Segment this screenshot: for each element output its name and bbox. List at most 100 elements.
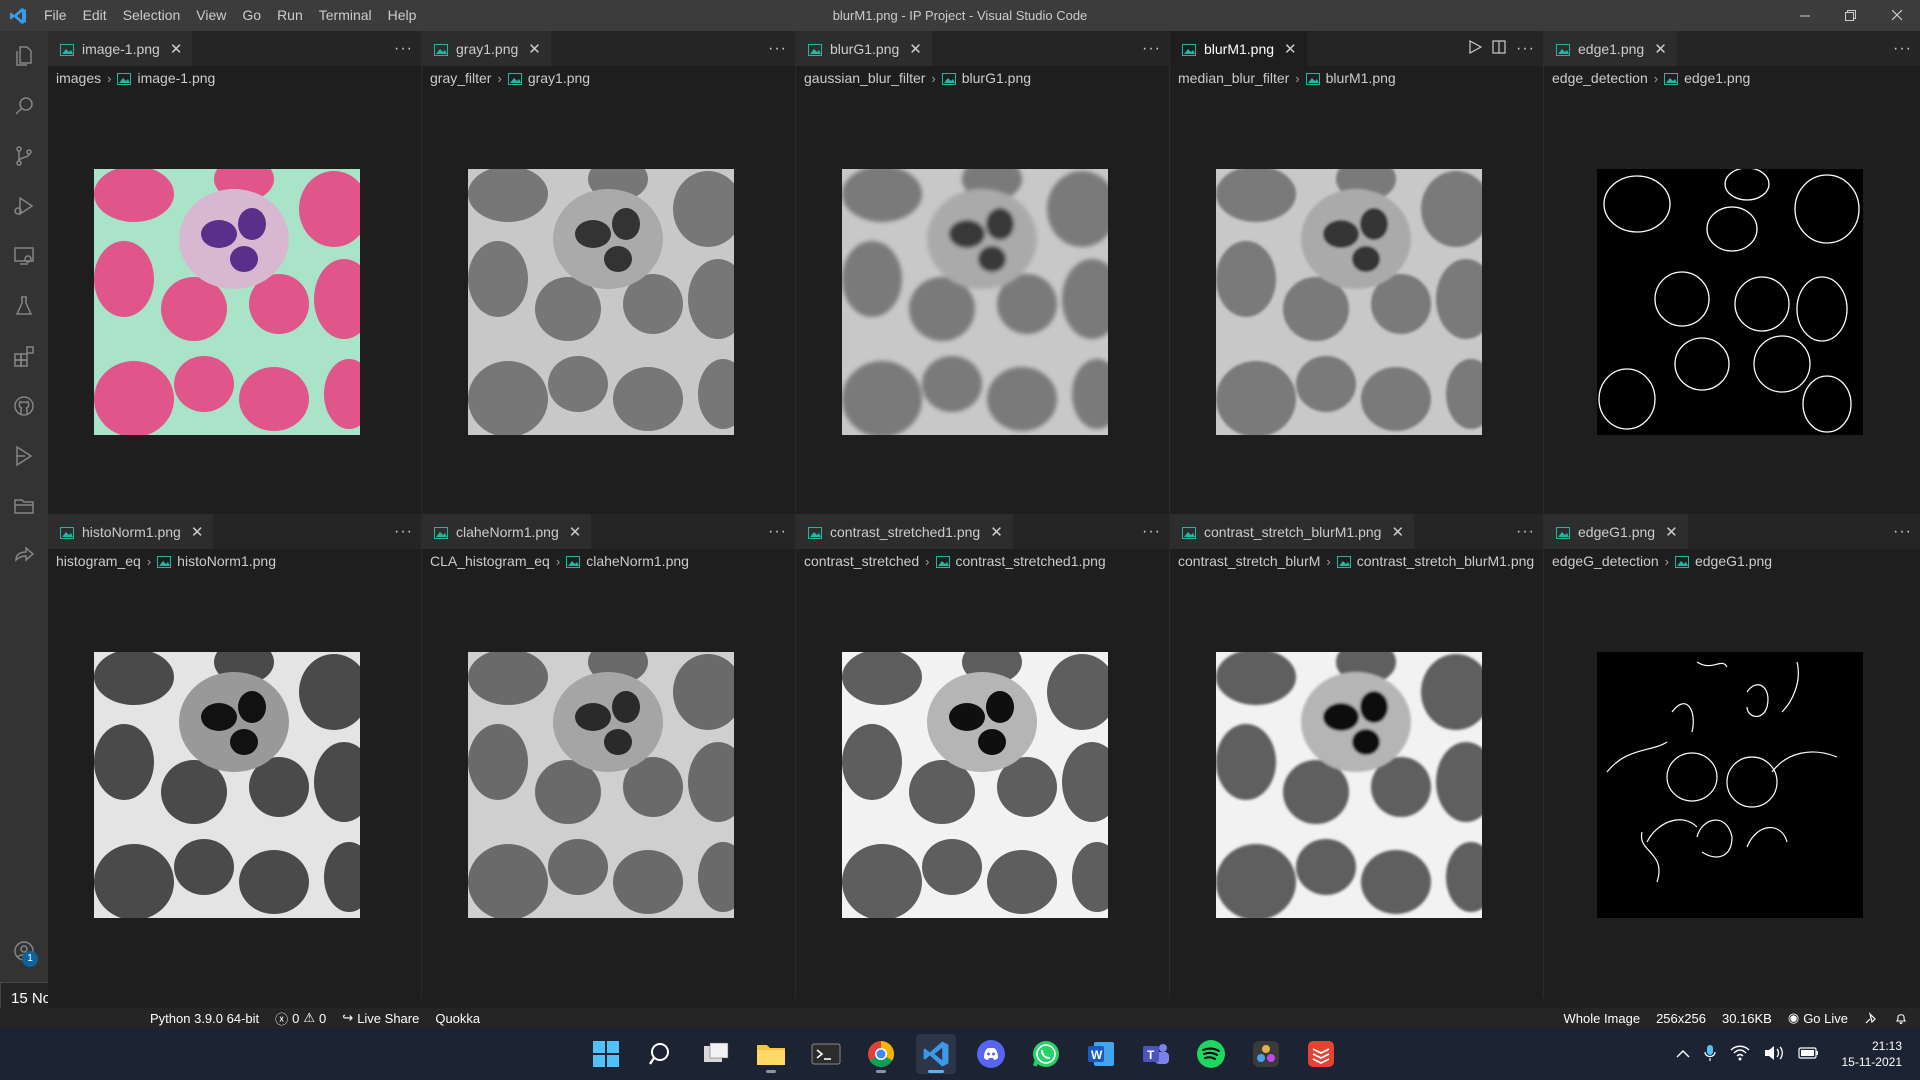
- breadcrumb-folder[interactable]: gray_filter: [430, 70, 491, 86]
- menu-terminal[interactable]: Terminal: [311, 0, 380, 31]
- breadcrumb-file[interactable]: blurG1.png: [962, 70, 1031, 86]
- more-actions-icon[interactable]: ···: [1516, 40, 1535, 58]
- breadcrumb-folder[interactable]: images: [56, 70, 101, 86]
- file-explorer-icon[interactable]: [751, 1034, 791, 1074]
- menu-run[interactable]: Run: [269, 0, 311, 31]
- more-actions-icon[interactable]: ···: [1893, 523, 1912, 541]
- menu-selection[interactable]: Selection: [115, 0, 189, 31]
- close-tab-icon[interactable]: ✕: [1665, 523, 1678, 541]
- volume-icon[interactable]: [1764, 1045, 1784, 1064]
- remote-explorer-icon[interactable]: [0, 232, 48, 280]
- breadcrumb-folder[interactable]: CLA_histogram_eq: [430, 553, 550, 569]
- live-share-status[interactable]: ↪ Live Share: [342, 1010, 419, 1026]
- live-share-icon[interactable]: [0, 532, 48, 580]
- close-tab-icon[interactable]: ✕: [528, 40, 541, 58]
- whatsapp-icon[interactable]: [1026, 1034, 1066, 1074]
- go-live-button[interactable]: ◉ Go Live: [1788, 1010, 1848, 1026]
- wifi-icon[interactable]: [1730, 1045, 1750, 1064]
- editor-tab[interactable]: edgeG1.png ✕: [1544, 514, 1688, 549]
- quokka-status[interactable]: Quokka: [435, 1011, 480, 1026]
- spotify-icon[interactable]: [1191, 1034, 1231, 1074]
- windows-start-icon[interactable]: [586, 1034, 626, 1074]
- discord-icon[interactable]: [971, 1034, 1011, 1074]
- close-tab-icon[interactable]: ✕: [1284, 40, 1297, 58]
- editor-tab[interactable]: gray1.png ✕: [422, 31, 551, 66]
- more-actions-icon[interactable]: ···: [1142, 523, 1161, 541]
- breadcrumb-folder[interactable]: histogram_eq: [56, 553, 141, 569]
- teams-icon[interactable]: T: [1136, 1034, 1176, 1074]
- menu-help[interactable]: Help: [380, 0, 425, 31]
- more-actions-icon[interactable]: ···: [394, 40, 413, 58]
- editor-tab-active[interactable]: blurM1.png ✕: [1170, 31, 1307, 66]
- chrome-icon[interactable]: [861, 1034, 901, 1074]
- close-tab-icon[interactable]: ✕: [191, 523, 204, 541]
- github-icon[interactable]: [0, 382, 48, 430]
- breadcrumb-file[interactable]: claheNorm1.png: [586, 553, 689, 569]
- close-tab-icon[interactable]: ✕: [1391, 523, 1404, 541]
- breadcrumb-file[interactable]: image-1.png: [137, 70, 215, 86]
- more-actions-icon[interactable]: ···: [1516, 523, 1535, 541]
- project-manager-icon[interactable]: [0, 482, 48, 530]
- breadcrumb-folder[interactable]: median_blur_filter: [1178, 70, 1289, 86]
- more-actions-icon[interactable]: ···: [768, 40, 787, 58]
- more-actions-icon[interactable]: ···: [394, 523, 413, 541]
- davinci-resolve-icon[interactable]: [1246, 1034, 1286, 1074]
- split-editor-icon[interactable]: [1492, 40, 1506, 57]
- editor-tab[interactable]: claheNorm1.png ✕: [422, 514, 592, 549]
- terminal-icon[interactable]: [806, 1034, 846, 1074]
- close-window-button[interactable]: [1874, 0, 1920, 31]
- editor-tab[interactable]: contrast_stretch_blurM1.png ✕: [1170, 514, 1415, 549]
- editor-tab[interactable]: blurG1.png ✕: [796, 31, 932, 66]
- feedback-icon[interactable]: [1864, 1011, 1878, 1025]
- close-tab-icon[interactable]: ✕: [909, 40, 922, 58]
- source-control-icon[interactable]: [0, 132, 48, 180]
- python-interpreter[interactable]: Python 3.9.0 64-bit: [150, 1011, 259, 1026]
- accounts-icon[interactable]: 1: [0, 927, 48, 975]
- minimize-button[interactable]: [1782, 0, 1828, 31]
- close-tab-icon[interactable]: ✕: [569, 523, 582, 541]
- notifications-bell-icon[interactable]: [1894, 1011, 1908, 1025]
- more-actions-icon[interactable]: ···: [1142, 40, 1161, 58]
- close-tab-icon[interactable]: ✕: [1654, 40, 1667, 58]
- restore-button[interactable]: [1828, 0, 1874, 31]
- chevron-up-icon[interactable]: [1676, 1046, 1690, 1062]
- breadcrumb-folder[interactable]: edgeG_detection: [1552, 553, 1659, 569]
- system-clock[interactable]: 21:13 15-11-2021: [1842, 1038, 1903, 1070]
- breadcrumb-folder[interactable]: contrast_stretched: [804, 553, 919, 569]
- explorer-icon[interactable]: [0, 32, 48, 80]
- todoist-icon[interactable]: [1301, 1034, 1341, 1074]
- task-view-icon[interactable]: [696, 1034, 736, 1074]
- extensions-icon[interactable]: [0, 332, 48, 380]
- close-tab-icon[interactable]: ✕: [170, 40, 183, 58]
- testing-icon[interactable]: [0, 282, 48, 330]
- editor-tab[interactable]: image-1.png ✕: [48, 31, 193, 66]
- breadcrumb-file[interactable]: contrast_stretched1.png: [956, 553, 1106, 569]
- vscode-logo-icon[interactable]: [0, 0, 36, 31]
- menu-view[interactable]: View: [188, 0, 234, 31]
- breadcrumb-file[interactable]: edge1.png: [1684, 70, 1750, 86]
- breadcrumb-file[interactable]: blurM1.png: [1326, 70, 1396, 86]
- breadcrumb-file[interactable]: gray1.png: [528, 70, 590, 86]
- deploy-icon[interactable]: [0, 432, 48, 480]
- breadcrumb-file[interactable]: contrast_stretch_blurM1.png: [1357, 553, 1534, 569]
- run-file-icon[interactable]: [1468, 39, 1483, 57]
- close-tab-icon[interactable]: ✕: [990, 523, 1003, 541]
- editor-tab[interactable]: histoNorm1.png ✕: [48, 514, 214, 549]
- vscode-taskbar-icon[interactable]: [916, 1034, 956, 1074]
- breadcrumb-folder[interactable]: edge_detection: [1552, 70, 1648, 86]
- breadcrumb-file[interactable]: histoNorm1.png: [177, 553, 276, 569]
- battery-icon[interactable]: [1797, 1046, 1820, 1063]
- more-actions-icon[interactable]: ···: [768, 523, 787, 541]
- microphone-icon[interactable]: [1703, 1044, 1716, 1065]
- image-scope[interactable]: Whole Image: [1563, 1011, 1640, 1026]
- breadcrumb-folder[interactable]: gaussian_blur_filter: [804, 70, 925, 86]
- menu-edit[interactable]: Edit: [75, 0, 115, 31]
- word-icon[interactable]: W: [1081, 1034, 1121, 1074]
- menu-go[interactable]: Go: [234, 0, 269, 31]
- menu-file[interactable]: File: [36, 0, 75, 31]
- search-taskbar-icon[interactable]: [641, 1034, 681, 1074]
- search-icon[interactable]: [0, 82, 48, 130]
- editor-tab[interactable]: edge1.png ✕: [1544, 31, 1677, 66]
- breadcrumb-folder[interactable]: contrast_stretch_blurM: [1178, 553, 1320, 569]
- more-actions-icon[interactable]: ···: [1893, 40, 1912, 58]
